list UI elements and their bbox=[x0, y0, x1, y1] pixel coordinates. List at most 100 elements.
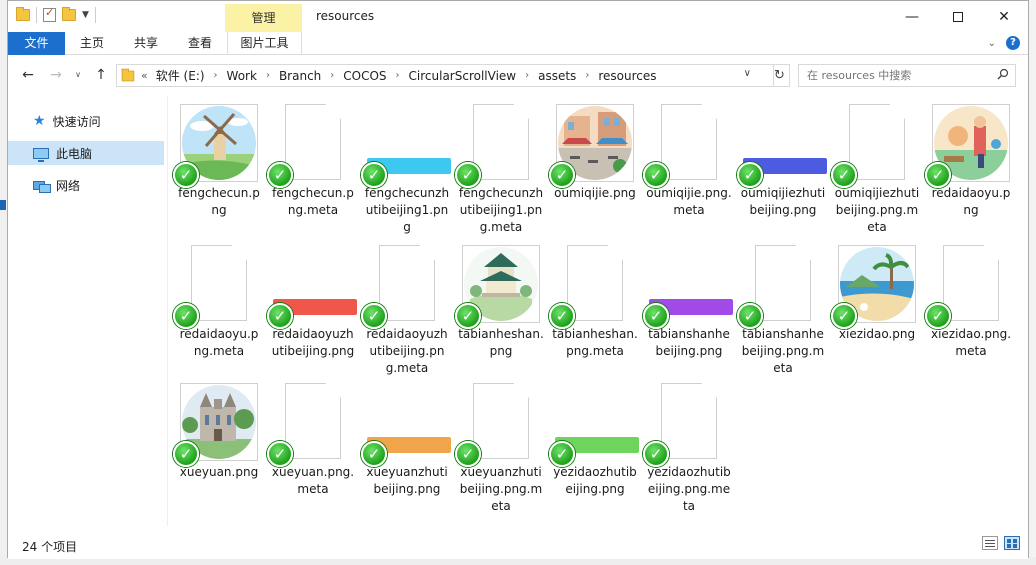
file-name: tabianheshan.png bbox=[458, 327, 544, 358]
sync-check-icon: ✓ bbox=[267, 162, 293, 188]
file-item[interactable]: ✓ tabianshanhebeijing.png bbox=[643, 243, 735, 360]
forward-button[interactable]: → bbox=[46, 65, 66, 85]
minimize-button[interactable]: — bbox=[889, 1, 935, 32]
nav-item-network[interactable]: 网络 bbox=[8, 173, 164, 197]
context-tab-manage[interactable]: 管理 bbox=[225, 4, 302, 32]
new-folder-icon[interactable] bbox=[62, 7, 76, 21]
file-item[interactable]: ✓ oumiqijiezhutibeijing.png.meta bbox=[831, 102, 923, 236]
large-icons-view-button[interactable] bbox=[1004, 536, 1020, 550]
file-name: xueyuanzhutibeijing.png bbox=[366, 465, 448, 496]
maximize-icon bbox=[953, 11, 963, 22]
tab-file[interactable]: 文件 bbox=[8, 32, 65, 55]
sync-check-icon: ✓ bbox=[549, 303, 575, 329]
file-item[interactable]: ✓ yezidaozhutibeijing.png.meta bbox=[643, 381, 735, 515]
tab-view[interactable]: 查看 bbox=[173, 32, 227, 55]
file-thumbnail: ✓ bbox=[549, 243, 641, 329]
breadcrumb-circularscrollview[interactable]: CircularScrollView bbox=[409, 69, 517, 83]
file-item[interactable]: ✓ fengchecunzhutibeijing1.png bbox=[361, 102, 453, 236]
address-dropdown-icon[interactable]: ∨ bbox=[744, 68, 751, 79]
chevron-right-icon[interactable]: › bbox=[396, 70, 400, 81]
file-item[interactable]: ✓ xueyuanzhutibeijing.png bbox=[361, 381, 453, 498]
tab-share[interactable]: 共享 bbox=[119, 32, 173, 55]
file-thumbnail: ✓ bbox=[455, 243, 547, 329]
sync-check-icon: ✓ bbox=[925, 303, 951, 329]
breadcrumb-branch[interactable]: Branch bbox=[279, 69, 321, 83]
sync-check-icon: ✓ bbox=[643, 162, 669, 188]
breadcrumb-cocos[interactable]: COCOS bbox=[343, 69, 386, 83]
details-view-button[interactable] bbox=[982, 536, 998, 550]
chevron-right-icon[interactable]: › bbox=[266, 70, 270, 81]
nav-item-label: 快速访问 bbox=[52, 114, 101, 129]
breadcrumb-drive[interactable]: 软件 (E:) bbox=[156, 67, 205, 84]
chevron-right-icon[interactable]: › bbox=[525, 70, 529, 81]
recent-locations-icon[interactable]: ∨ bbox=[68, 65, 88, 85]
address-bar[interactable]: « 软件 (E:) › Work › Branch › COCOS › Circ… bbox=[116, 64, 774, 87]
document-icon bbox=[473, 104, 529, 180]
nav-item-quick-access[interactable]: ★ 快速访问 bbox=[8, 109, 164, 133]
file-item[interactable]: ✓ xiezidao.png.meta bbox=[925, 243, 1017, 360]
computer-icon bbox=[33, 147, 49, 162]
file-thumbnail: ✓ bbox=[643, 102, 735, 188]
chevron-right-icon[interactable]: › bbox=[585, 70, 589, 81]
file-name: xiezidao.png.meta bbox=[930, 327, 1012, 358]
file-item[interactable]: ✓ xueyuan.png.meta bbox=[267, 381, 359, 498]
chevron-right-icon[interactable]: › bbox=[330, 70, 334, 81]
item-count: 24 个项目 bbox=[22, 540, 78, 554]
close-button[interactable]: ✕ bbox=[981, 1, 1027, 32]
refresh-button[interactable]: ↻ bbox=[770, 64, 790, 87]
file-thumbnail: ✓ bbox=[643, 243, 735, 329]
document-icon bbox=[661, 383, 717, 459]
breadcrumb-overflow[interactable]: « bbox=[141, 69, 148, 82]
file-thumbnail: ✓ bbox=[643, 381, 735, 467]
file-thumbnail: ✓ bbox=[173, 243, 265, 329]
file-item[interactable]: ✓ xueyuan.png bbox=[173, 381, 265, 481]
file-thumbnail: ✓ bbox=[925, 102, 1017, 188]
breadcrumb-assets[interactable]: assets bbox=[538, 69, 576, 83]
help-icon[interactable]: ? bbox=[1006, 36, 1020, 50]
file-item[interactable]: ✓ xueyuanzhutibeijing.png.meta bbox=[455, 381, 547, 515]
file-thumbnail: ✓ bbox=[173, 381, 265, 467]
file-item[interactable]: ✓ redaidaoyu.png bbox=[925, 102, 1017, 219]
chevron-right-icon[interactable]: › bbox=[214, 70, 218, 81]
file-thumbnail: ✓ bbox=[831, 102, 923, 188]
file-item[interactable]: ✓ fengchecun.png bbox=[173, 102, 265, 219]
file-item[interactable]: ✓ tabianheshan.png bbox=[455, 243, 547, 360]
tab-home[interactable]: 主页 bbox=[65, 32, 119, 55]
file-item[interactable]: ✓ fengchecun.png.meta bbox=[267, 102, 359, 219]
maximize-button[interactable] bbox=[935, 1, 981, 32]
sync-check-icon: ✓ bbox=[361, 303, 387, 329]
customize-qat-icon[interactable]: ▼ bbox=[82, 10, 89, 20]
file-item[interactable]: ✓ redaidaoyuzhutibeijing.png.meta bbox=[361, 243, 453, 377]
sync-check-icon: ✓ bbox=[455, 162, 481, 188]
file-thumbnail: ✓ bbox=[455, 381, 547, 467]
file-item[interactable]: ✓ oumiqijiezhutibeijing.png bbox=[737, 102, 829, 219]
expand-ribbon-icon[interactable]: ⌄ bbox=[988, 38, 996, 49]
file-name: redaidaoyuzhutibeijing.png.meta bbox=[366, 327, 448, 375]
file-item[interactable]: ✓ yezidaozhutibeijing.png bbox=[549, 381, 641, 498]
document-icon bbox=[285, 383, 341, 459]
file-item[interactable]: ✓ tabianshanhebeijing.png.meta bbox=[737, 243, 829, 377]
file-name: yezidaozhutibeijing.png.meta bbox=[647, 465, 731, 513]
sync-check-icon: ✓ bbox=[831, 162, 857, 188]
breadcrumb-resources[interactable]: resources bbox=[598, 69, 656, 83]
properties-icon[interactable] bbox=[43, 6, 56, 22]
file-name: yezidaozhutibeijing.png bbox=[553, 465, 637, 496]
up-button[interactable]: ↑ bbox=[91, 65, 111, 85]
file-item[interactable]: ✓ tabianheshan.png.meta bbox=[549, 243, 641, 360]
back-button[interactable]: ← bbox=[18, 65, 38, 85]
search-box[interactable] bbox=[798, 64, 1016, 87]
search-input[interactable] bbox=[799, 65, 989, 86]
file-name: oumiqijiezhutibeijing.png.meta bbox=[834, 186, 920, 234]
file-item[interactable]: ✓ oumiqijie.png.meta bbox=[643, 102, 735, 219]
nav-item-this-pc[interactable]: 此电脑 bbox=[8, 141, 164, 165]
ribbon-tabs: 文件 主页 共享 查看 图片工具 ⌄ ? bbox=[8, 32, 1028, 55]
file-item[interactable]: ✓ fengchecunzhutibeijing1.png.meta bbox=[455, 102, 547, 236]
document-icon bbox=[943, 245, 999, 321]
file-item[interactable]: ✓ redaidaoyuzhutibeijing.png bbox=[267, 243, 359, 360]
file-grid: ✓ fengchecun.png ✓ fengchecun.png.meta ✓ feng… bbox=[173, 96, 1028, 526]
tab-picture-tools[interactable]: 图片工具 bbox=[227, 32, 302, 55]
file-item[interactable]: ✓ xiezidao.png bbox=[831, 243, 923, 343]
file-item[interactable]: ✓ oumiqijie.png bbox=[549, 102, 641, 202]
breadcrumb-work[interactable]: Work bbox=[227, 69, 257, 83]
file-item[interactable]: ✓ redaidaoyu.png.meta bbox=[173, 243, 265, 360]
